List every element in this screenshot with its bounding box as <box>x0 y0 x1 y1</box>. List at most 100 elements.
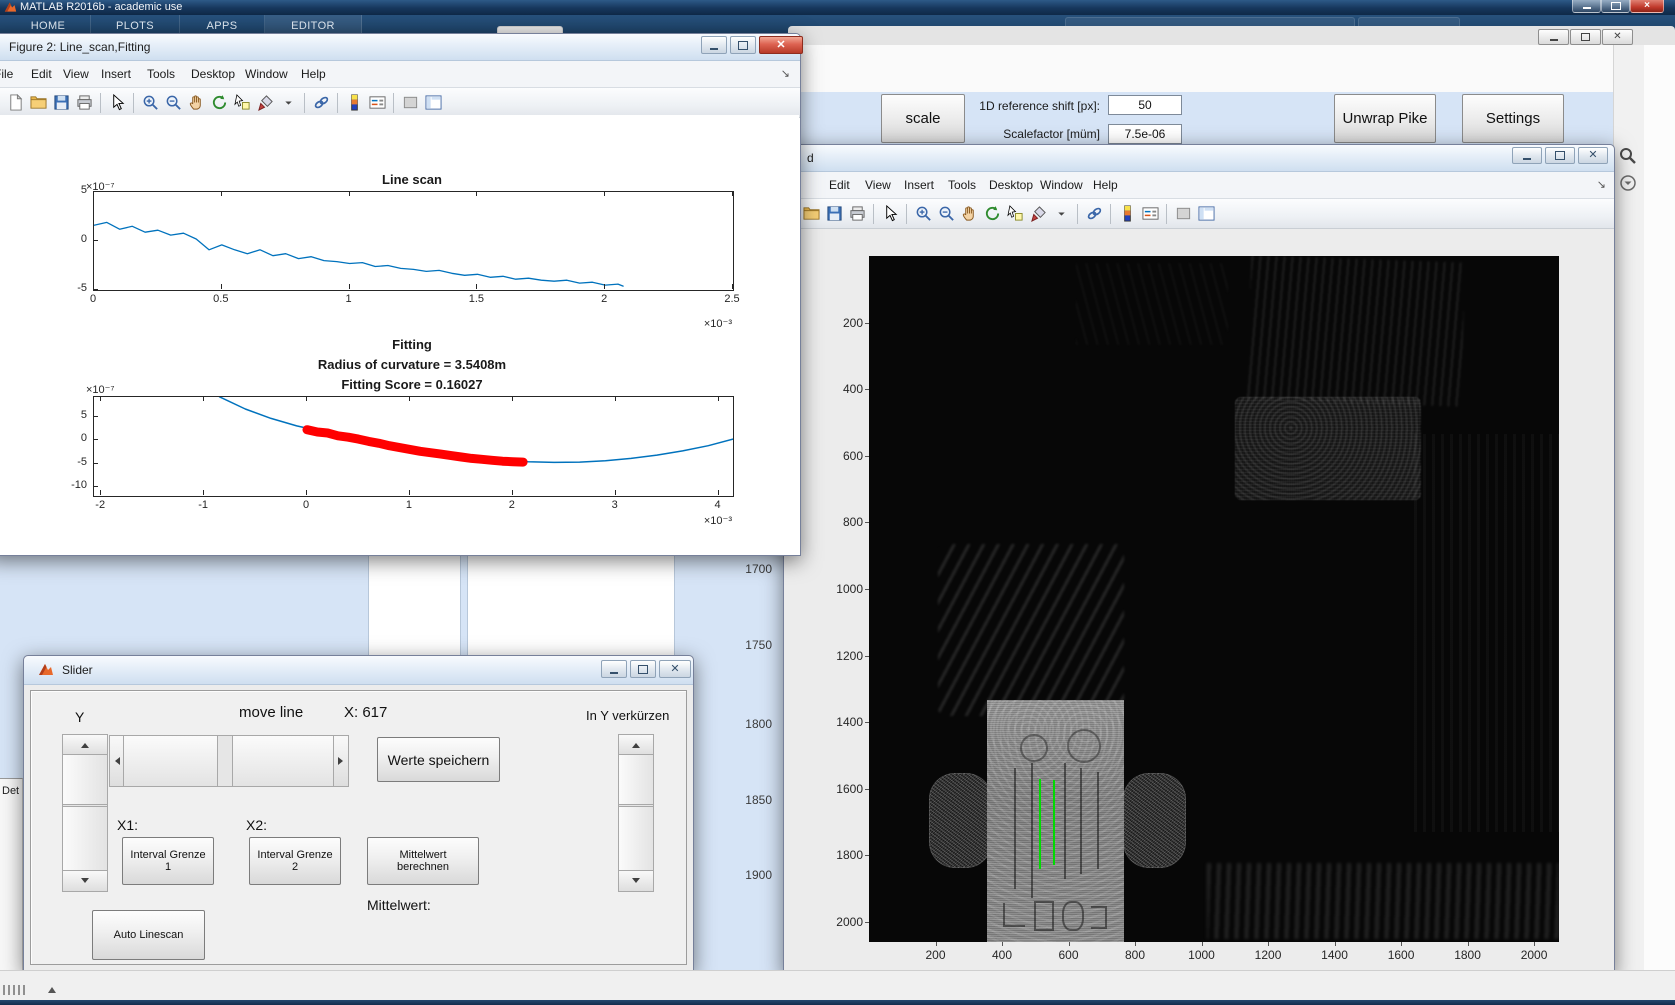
close-button[interactable]: × <box>1630 0 1664 13</box>
cursor-icon[interactable] <box>880 204 900 224</box>
insert-legend-icon[interactable] <box>367 93 387 113</box>
open-folder-icon[interactable] <box>801 204 821 224</box>
insert-legend-icon[interactable] <box>1140 204 1160 224</box>
figure-right-titlebar[interactable]: d ✕ <box>784 145 1614 172</box>
scalefactor-field[interactable]: 7.5e-06 <box>1108 124 1182 144</box>
dropdown-arrow-icon[interactable] <box>278 93 298 113</box>
close-button[interactable]: ✕ <box>1578 147 1608 164</box>
maximize-button[interactable] <box>1545 147 1575 164</box>
image-plot[interactable] <box>869 256 1559 942</box>
menu-help[interactable]: Help <box>1093 172 1118 198</box>
rotate-3d-icon[interactable] <box>982 204 1002 224</box>
minimize-button[interactable] <box>1512 147 1542 164</box>
data-cursor-icon[interactable] <box>1005 204 1025 224</box>
menu-window[interactable]: Window <box>1040 172 1083 198</box>
dropdown-arrow-icon[interactable] <box>1051 204 1071 224</box>
zoom-in-icon[interactable] <box>140 93 160 113</box>
scroll-thumb[interactable] <box>62 754 108 805</box>
minimize-button[interactable] <box>701 36 727 54</box>
right-scroll-strip[interactable] <box>1613 45 1644 970</box>
hide-plot-tools-icon[interactable] <box>400 93 420 113</box>
minimize-button[interactable] <box>1538 29 1569 45</box>
mittelwert-berechnen-button[interactable]: Mittelwert berechnen <box>367 837 479 885</box>
in-y-scrollbar[interactable] <box>618 734 654 892</box>
show-plot-tools-icon[interactable] <box>1196 204 1216 224</box>
auto-linescan-button[interactable]: Auto Linescan <box>92 910 205 960</box>
maximize-button[interactable] <box>1601 0 1630 13</box>
menu-file[interactable]: File <box>0 61 13 87</box>
zoom-out-icon[interactable] <box>936 204 956 224</box>
scroll-down-button[interactable] <box>62 870 108 892</box>
menu-insert[interactable]: Insert <box>904 172 934 198</box>
interval-grenze2-button[interactable]: Interval Grenze 2 <box>249 837 341 885</box>
scroll-up-button[interactable] <box>618 734 654 756</box>
insert-colorbar-icon[interactable] <box>344 93 364 113</box>
menu-tools[interactable]: Tools <box>948 172 976 198</box>
dock-arrow-icon[interactable]: ↘ <box>1597 178 1606 191</box>
ref-shift-field[interactable]: 50 <box>1108 95 1182 115</box>
zoom-out-icon[interactable] <box>163 93 183 113</box>
scroll-thumb[interactable] <box>618 806 654 873</box>
menu-edit[interactable]: Edit <box>31 61 52 87</box>
slider-thumb[interactable] <box>123 735 218 787</box>
brush-icon[interactable] <box>1028 204 1048 224</box>
show-plot-tools-icon[interactable] <box>423 93 443 113</box>
resize-grip[interactable] <box>3 985 25 995</box>
menu-insert[interactable]: Insert <box>101 61 131 87</box>
open-folder-icon[interactable] <box>28 93 48 113</box>
interval-grenze1-button[interactable]: Interval Grenze 1 <box>122 837 214 885</box>
maximize-button[interactable] <box>630 660 656 678</box>
pan-hand-icon[interactable] <box>186 93 206 113</box>
slider-thumb[interactable] <box>232 735 336 787</box>
chevron-down-circle-icon[interactable] <box>1618 173 1638 193</box>
menu-view[interactable]: View <box>63 61 89 87</box>
close-button[interactable]: ✕ <box>1602 29 1633 45</box>
print-icon[interactable] <box>847 204 867 224</box>
scroll-thumb[interactable] <box>618 754 654 805</box>
scroll-up-button[interactable] <box>62 734 108 756</box>
close-button[interactable]: ✕ <box>759 36 803 54</box>
pan-hand-icon[interactable] <box>959 204 979 224</box>
menu-edit[interactable]: Edit <box>829 172 850 198</box>
new-document-icon[interactable] <box>5 93 25 113</box>
menu-desktop[interactable]: Desktop <box>191 61 235 87</box>
werte-speichern-button[interactable]: Werte speichern <box>377 737 500 782</box>
insert-colorbar-icon[interactable] <box>1117 204 1137 224</box>
fitting-axes[interactable] <box>93 396 734 497</box>
save-icon[interactable] <box>824 204 844 224</box>
measure-line-1[interactable] <box>1038 778 1041 869</box>
menu-view[interactable]: View <box>865 172 891 198</box>
expand-arrow-icon[interactable] <box>48 987 56 993</box>
print-icon[interactable] <box>74 93 94 113</box>
data-cursor-icon[interactable] <box>232 93 252 113</box>
measure-line-2[interactable] <box>1053 780 1056 866</box>
link-plots-icon[interactable] <box>311 93 331 113</box>
menu-help[interactable]: Help <box>301 61 326 87</box>
close-button[interactable]: ✕ <box>659 660 691 678</box>
maximize-button[interactable] <box>730 36 756 54</box>
menu-tools[interactable]: Tools <box>147 61 175 87</box>
menu-desktop[interactable]: Desktop <box>989 172 1033 198</box>
dock-arrow-icon[interactable]: ↘ <box>781 67 790 80</box>
scroll-thumb[interactable] <box>62 806 108 873</box>
brush-icon[interactable] <box>255 93 275 113</box>
link-plots-icon[interactable] <box>1084 204 1104 224</box>
minimize-button[interactable] <box>601 660 627 678</box>
figure2-titlebar[interactable]: Figure 2: Line_scan,Fitting ✕ <box>0 34 803 61</box>
slider-titlebar[interactable]: Slider ✕ <box>24 656 693 685</box>
save-icon[interactable] <box>51 93 71 113</box>
rotate-3d-icon[interactable] <box>209 93 229 113</box>
scroll-down-button[interactable] <box>618 870 654 892</box>
minimize-button[interactable] <box>1572 0 1601 13</box>
y-scrollbar[interactable] <box>62 734 108 892</box>
cursor-icon[interactable] <box>107 93 127 113</box>
restore-button[interactable] <box>1570 29 1601 45</box>
linescan-axes[interactable] <box>93 191 734 291</box>
zoom-in-icon[interactable] <box>913 204 933 224</box>
unwrap-pike-button[interactable]: Unwrap Pike <box>1334 94 1436 143</box>
move-line-slider[interactable] <box>109 735 349 787</box>
settings-button[interactable]: Settings <box>1462 94 1564 143</box>
hide-plot-tools-icon[interactable] <box>1173 204 1193 224</box>
menu-window[interactable]: Window <box>245 61 288 87</box>
slider-right-button[interactable] <box>333 735 349 787</box>
